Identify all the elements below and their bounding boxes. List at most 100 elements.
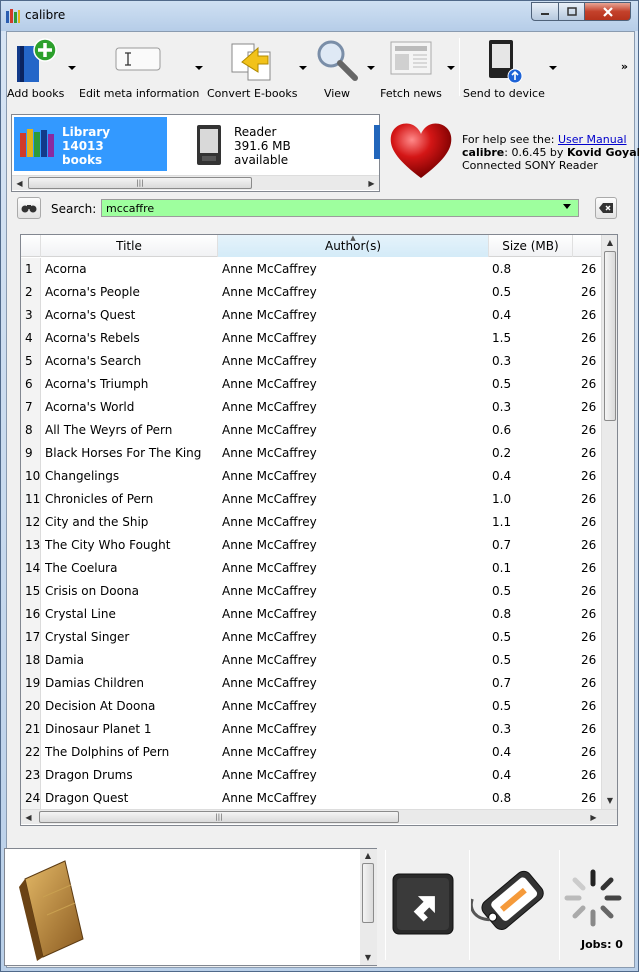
table-row[interactable]: 15 Crisis on Doona Anne McCaffrey 0.5 26 I	[21, 580, 601, 603]
fetch-news-dropdown[interactable]	[447, 66, 455, 70]
table-row[interactable]: 7 Acorna's World Anne McCaffrey 0.3 26 I	[21, 396, 601, 419]
scroll-right-icon[interactable]: ▶	[586, 810, 601, 825]
jobs-indicator[interactable]: Jobs: 0	[563, 864, 631, 964]
row-number: 19	[21, 672, 41, 695]
cell-date: 26 I	[581, 400, 601, 414]
convert-button[interactable]: Convert E-books	[207, 34, 297, 102]
scroll-up-icon[interactable]: ▲	[602, 235, 617, 251]
cell-date: 26 I	[581, 331, 601, 345]
share-icon[interactable]	[391, 872, 455, 936]
cell-title: Acorna's Quest	[45, 308, 136, 322]
scroll-down-icon[interactable]: ▼	[602, 793, 617, 809]
fetch-news-button[interactable]: Fetch news	[379, 34, 443, 102]
minimize-button[interactable]	[531, 2, 559, 21]
edit-meta-button[interactable]: Edit meta information	[79, 34, 200, 102]
table-vertical-scrollbar[interactable]: ▲ ▼	[601, 235, 617, 809]
book-list[interactable]: Title ▲ Author(s) Size (MB) 1 Acorna Anne …	[20, 234, 618, 826]
search-input[interactable]	[101, 199, 579, 217]
table-row[interactable]: 21 Dinosaur Planet 1 Anne McCaffrey 0.3 26 I	[21, 718, 601, 741]
column-header-title[interactable]: Title	[41, 235, 218, 257]
table-row[interactable]: 14 The Coelura Anne McCaffrey 0.1 26 I	[21, 557, 601, 580]
location-reader[interactable]: Reader 391.6 MB available	[190, 117, 360, 171]
maximize-button[interactable]	[558, 2, 585, 21]
table-row[interactable]: 4 Acorna's Rebels Anne McCaffrey 1.5 26 I	[21, 327, 601, 350]
scroll-left-icon[interactable]: ◀	[12, 176, 27, 191]
column-header-date[interactable]	[573, 235, 601, 257]
add-books-dropdown[interactable]	[68, 66, 76, 70]
clear-search-button[interactable]	[595, 197, 617, 219]
edit-meta-label: Edit meta information	[79, 87, 200, 100]
cell-size: 0.2	[492, 446, 512, 460]
table-row[interactable]: 12 City and the Ship Anne McCaffrey 1.1 26 I	[21, 511, 601, 534]
horizontal-scroll-thumb[interactable]: |||	[39, 811, 399, 823]
table-row[interactable]: 19 Damias Children Anne McCaffrey 0.7 26 I	[21, 672, 601, 695]
table-row[interactable]: 24 Dragon Quest Anne McCaffrey 0.8 26 I	[21, 787, 601, 810]
bottom-separator	[559, 850, 560, 960]
table-row[interactable]: 10 Changelings Anne McCaffrey 0.4 26 I	[21, 465, 601, 488]
table-row[interactable]: 8 All The Weyrs of Pern Anne McCaffrey 0.6 2…	[21, 419, 601, 442]
row-number: 24	[21, 787, 41, 810]
scroll-down-icon[interactable]: ▼	[360, 951, 376, 965]
cell-title: Crystal Singer	[45, 630, 130, 644]
view-icon	[317, 40, 358, 81]
table-row[interactable]: 6 Acorna's Triumph Anne McCaffrey 0.5 26 I	[21, 373, 601, 396]
location-scrollbar[interactable]: ◀ ||| ▶	[12, 175, 379, 190]
library-count: 14013	[62, 139, 104, 153]
search-history-dropdown[interactable]	[563, 204, 571, 209]
cell-date: 26 I	[581, 538, 601, 552]
table-row[interactable]: 13 The City Who Fought Anne McCaffrey 0.7 26…	[21, 534, 601, 557]
scroll-up-icon[interactable]: ▲	[360, 849, 376, 863]
app-author: Kovid Goyal	[566, 146, 639, 159]
send-to-device-dropdown[interactable]	[549, 66, 557, 70]
heart-icon[interactable]	[387, 120, 455, 182]
table-row[interactable]: 23 Dragon Drums Anne McCaffrey 0.4 26 I	[21, 764, 601, 787]
cell-author: Anne McCaffrey	[222, 538, 317, 552]
table-row[interactable]: 9 Black Horses For The King Anne McCaffrey…	[21, 442, 601, 465]
table-row[interactable]: 1 Acorna Anne McCaffrey 0.8 26 I	[21, 258, 601, 281]
add-books-button[interactable]: Add books	[7, 34, 64, 102]
details-scrollbar[interactable]: ▲ ▼	[360, 849, 377, 965]
toolbar-overflow-button[interactable]: »	[621, 60, 628, 73]
library-icon	[20, 129, 54, 157]
fetch-news-icon	[390, 41, 432, 75]
row-number: 5	[21, 350, 41, 373]
row-number: 1	[21, 258, 41, 281]
row-number: 22	[21, 741, 41, 764]
table-row[interactable]: 18 Damia Anne McCaffrey 0.5 26 I	[21, 649, 601, 672]
cell-author: Anne McCaffrey	[222, 492, 317, 506]
cell-title: Chronicles of Pern	[45, 492, 154, 506]
cell-title: Damias Children	[45, 676, 144, 690]
title-bar[interactable]: calibre	[1, 1, 638, 31]
column-header-size[interactable]: Size (MB)	[489, 235, 573, 257]
row-number: 13	[21, 534, 41, 557]
table-row[interactable]: 3 Acorna's Quest Anne McCaffrey 0.4 26 I	[21, 304, 601, 327]
cell-size: 1.1	[492, 515, 512, 529]
details-scroll-thumb[interactable]	[362, 863, 374, 923]
view-button[interactable]: View	[309, 34, 365, 102]
table-horizontal-scrollbar[interactable]: ◀ ||| ▶	[21, 809, 617, 825]
column-header-author[interactable]: ▲ Author(s)	[218, 235, 489, 257]
header-corner[interactable]	[21, 235, 41, 257]
convert-dropdown[interactable]	[299, 66, 307, 70]
book-cover-icon	[19, 860, 84, 961]
close-button[interactable]	[584, 2, 631, 21]
view-dropdown[interactable]	[367, 66, 375, 70]
send-to-device-button[interactable]: Send to device	[463, 34, 545, 102]
tag-icon[interactable]	[471, 862, 555, 946]
table-row[interactable]: 22 The Dolphins of Pern Anne McCaffrey 0.4 2…	[21, 741, 601, 764]
table-row[interactable]: 2 Acorna's People Anne McCaffrey 0.5 26 I	[21, 281, 601, 304]
scroll-left-icon[interactable]: ◀	[21, 810, 36, 825]
location-library[interactable]: Library 14013 books	[14, 117, 167, 171]
table-row[interactable]: 11 Chronicles of Pern Anne McCaffrey 1.0 26 …	[21, 488, 601, 511]
table-row[interactable]: 16 Crystal Line Anne McCaffrey 0.8 26 I	[21, 603, 601, 626]
user-manual-link[interactable]: User Manual	[558, 133, 627, 146]
edit-meta-dropdown[interactable]	[195, 66, 203, 70]
cell-date: 26 I	[581, 791, 601, 805]
table-row[interactable]: 17 Crystal Singer Anne McCaffrey 0.5 26 I	[21, 626, 601, 649]
scroll-thumb[interactable]: |||	[28, 177, 252, 189]
scroll-right-icon[interactable]: ▶	[364, 176, 379, 191]
table-row[interactable]: 5 Acorna's Search Anne McCaffrey 0.3 26 I	[21, 350, 601, 373]
advanced-search-button[interactable]	[17, 197, 41, 219]
vertical-scroll-thumb[interactable]	[604, 251, 616, 421]
table-row[interactable]: 20 Decision At Doona Anne McCaffrey 0.5 26 I	[21, 695, 601, 718]
